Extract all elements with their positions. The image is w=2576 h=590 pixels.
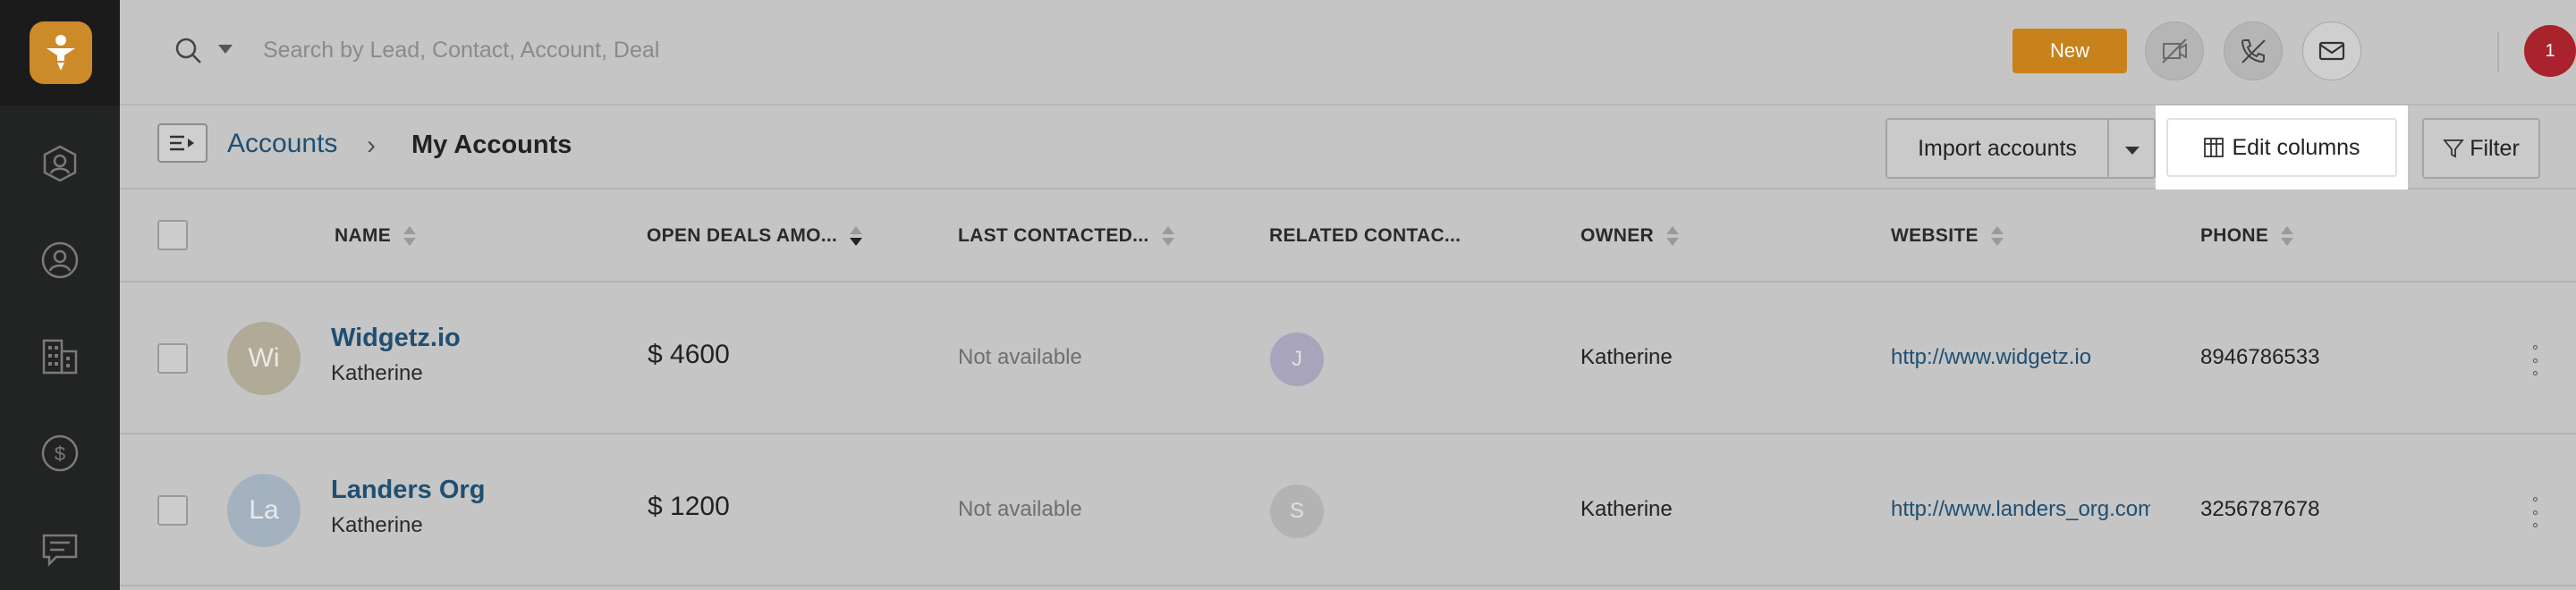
column-header-last-contacted[interactable]: LAST CONTACTED... <box>958 225 1174 247</box>
sort-icon[interactable] <box>403 225 417 247</box>
list-view-toggle[interactable] <box>157 123 208 163</box>
svg-text:$: $ <box>55 442 65 465</box>
column-header-label: NAME <box>335 225 392 246</box>
notification-badge[interactable]: 1 <box>2524 25 2576 77</box>
edit-columns-highlight: Edit columns <box>2156 105 2408 190</box>
column-header-label: LAST CONTACTED... <box>958 225 1149 246</box>
table-header: NAME OPEN DEALS AMO... LAST CONTACTED...… <box>120 190 2576 282</box>
deals-icon: $ <box>41 434 79 472</box>
logo-icon <box>47 35 75 71</box>
sidebar-item-deals[interactable]: $ <box>36 429 84 477</box>
column-header-website[interactable]: WEBSITE <box>1891 225 2004 247</box>
sidebar-item-leads[interactable] <box>36 139 84 188</box>
leads-icon <box>43 145 77 182</box>
column-header-name[interactable]: NAME <box>335 225 417 247</box>
new-button[interactable]: New <box>2012 29 2127 73</box>
table-row[interactable]: La Landers Org Katherine $ 1200 Not avai… <box>120 434 2576 586</box>
phone-value[interactable]: 8946786533 <box>2200 345 2319 370</box>
sort-icon[interactable] <box>1990 225 2004 247</box>
search-scope-dropdown[interactable] <box>218 45 233 54</box>
sidebar-item-accounts[interactable] <box>36 333 84 381</box>
breadcrumb-accounts-link[interactable]: Accounts <box>227 129 337 159</box>
phone-off-icon <box>2241 39 2266 63</box>
column-header-label: PHONE <box>2200 225 2269 246</box>
column-header-label: OWNER <box>1580 225 1654 246</box>
account-avatar: La <box>227 474 301 547</box>
contacts-icon <box>41 241 79 279</box>
topbar-divider <box>2497 32 2499 72</box>
website-link[interactable]: http://www.landers_org.com <box>1891 497 2150 522</box>
video-call-button[interactable] <box>2145 21 2204 80</box>
account-name-link[interactable]: Landers Org <box>331 476 485 505</box>
sidebar: $ <box>0 0 120 590</box>
account-owner-subtitle: Katherine <box>331 513 423 537</box>
account-owner-subtitle: Katherine <box>331 361 423 385</box>
open-deals-amount: $ 1200 <box>648 492 730 521</box>
import-accounts-button[interactable]: Import accounts <box>1885 118 2109 179</box>
edit-columns-button[interactable]: Edit columns <box>2166 118 2397 177</box>
related-contact-avatar[interactable]: J <box>1270 333 1324 386</box>
column-header-label: RELATED CONTAC... <box>1269 225 1462 246</box>
chat-icon <box>42 534 78 568</box>
account-avatar: Wi <box>227 322 301 395</box>
column-header-related-contacts[interactable]: RELATED CONTAC... <box>1269 225 1461 247</box>
top-bar: New 1 K <box>120 0 2576 105</box>
account-name-link[interactable]: Widgetz.io <box>331 324 461 353</box>
list-menu-icon <box>170 135 194 151</box>
app-logo[interactable] <box>30 21 92 84</box>
phone-value[interactable]: 3256787678 <box>2200 497 2319 522</box>
accounts-icon <box>42 339 78 375</box>
logo-area <box>0 0 120 105</box>
page-header: Accounts › My Accounts Import accounts E… <box>120 105 2576 190</box>
phone-call-button[interactable] <box>2224 21 2283 80</box>
owner-value: Katherine <box>1580 345 1673 369</box>
sort-desc-icon[interactable] <box>850 225 863 247</box>
row-more-options-icon[interactable] <box>2526 345 2544 375</box>
column-header-label: WEBSITE <box>1891 225 1979 246</box>
owner-value: Katherine <box>1580 497 1673 521</box>
mail-button[interactable] <box>2302 21 2361 80</box>
related-contact-avatar[interactable]: S <box>1270 485 1324 538</box>
select-all-checkbox[interactable] <box>157 220 188 250</box>
page-title: My Accounts <box>411 131 572 159</box>
video-off-icon <box>2162 38 2187 63</box>
column-header-open-deals[interactable]: OPEN DEALS AMO... <box>647 225 863 247</box>
search-input[interactable] <box>263 27 1068 73</box>
search-icon[interactable] <box>174 36 204 66</box>
filter-button[interactable]: Filter <box>2422 118 2540 179</box>
import-options-dropdown[interactable] <box>2107 118 2156 179</box>
column-header-phone[interactable]: PHONE <box>2200 225 2294 247</box>
website-link[interactable]: http://www.widgetz.io <box>1891 345 2150 370</box>
sidebar-item-chat[interactable] <box>36 526 84 574</box>
row-checkbox[interactable] <box>157 495 188 526</box>
breadcrumb-separator: › <box>367 131 376 160</box>
sidebar-item-contacts[interactable] <box>36 236 84 284</box>
column-header-owner[interactable]: OWNER <box>1580 225 1679 247</box>
row-checkbox[interactable] <box>157 343 188 374</box>
edit-columns-label: Edit columns <box>2232 134 2360 160</box>
open-deals-amount: $ 4600 <box>648 340 730 369</box>
last-contacted-value: Not available <box>958 497 1082 521</box>
columns-grid-icon <box>2204 138 2224 157</box>
filter-label: Filter <box>2470 135 2520 161</box>
row-more-options-icon[interactable] <box>2526 497 2544 527</box>
sort-icon[interactable] <box>1666 225 1679 247</box>
last-contacted-value: Not available <box>958 345 1082 369</box>
filter-icon <box>2443 139 2465 158</box>
mail-icon <box>2318 41 2345 61</box>
table-row[interactable]: Wi Widgetz.io Katherine $ 4600 Not avail… <box>120 282 2576 434</box>
sort-icon[interactable] <box>2281 225 2294 247</box>
column-header-label: OPEN DEALS AMO... <box>647 225 838 246</box>
sort-icon[interactable] <box>1161 225 1174 247</box>
